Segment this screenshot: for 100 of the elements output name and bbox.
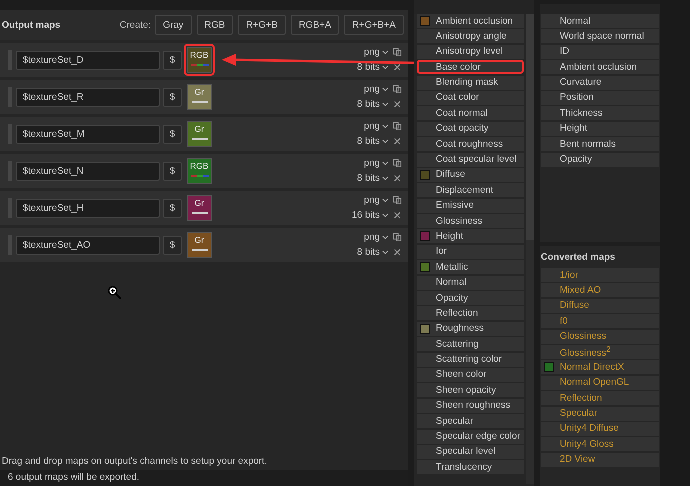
map-item[interactable]: Opacity bbox=[417, 291, 524, 306]
map-item[interactable]: Coat specular level bbox=[417, 152, 524, 167]
map-item[interactable]: Sheen roughness bbox=[417, 398, 524, 413]
map-item[interactable]: 2D View bbox=[541, 452, 659, 467]
channel-swatch[interactable]: RGB bbox=[187, 47, 212, 73]
close-icon[interactable] bbox=[393, 100, 402, 109]
variable-button[interactable]: $ bbox=[163, 198, 182, 218]
create-button[interactable]: Gray bbox=[155, 15, 192, 35]
map-item[interactable]: Normal bbox=[541, 14, 659, 28]
map-item[interactable]: Translucency bbox=[417, 460, 524, 474]
map-item[interactable]: Sheen color bbox=[417, 368, 524, 382]
name-field[interactable]: $textureSet_D bbox=[16, 50, 160, 70]
map-item[interactable]: f0 bbox=[541, 314, 659, 328]
scrollbar-thumb[interactable] bbox=[526, 14, 534, 240]
map-item[interactable]: Base color bbox=[417, 60, 524, 74]
copy-icon[interactable] bbox=[393, 159, 402, 168]
map-item[interactable]: Normal bbox=[417, 276, 524, 290]
create-button[interactable]: R+G+B bbox=[238, 15, 286, 35]
map-item[interactable]: Opacity bbox=[541, 152, 659, 167]
map-item[interactable]: Normal DirectX bbox=[541, 360, 659, 374]
name-field[interactable]: $textureSet_H bbox=[16, 198, 160, 218]
variable-button[interactable]: $ bbox=[163, 236, 182, 254]
map-item[interactable]: World space normal bbox=[541, 29, 659, 44]
map-item[interactable]: Coat color bbox=[417, 90, 524, 105]
map-item[interactable]: Ambient occlusion bbox=[417, 14, 524, 28]
close-icon[interactable] bbox=[393, 137, 402, 146]
close-icon[interactable] bbox=[393, 174, 402, 183]
format-dropdown[interactable]: png bbox=[364, 84, 389, 95]
variable-button[interactable]: $ bbox=[163, 88, 182, 106]
channel-swatch[interactable]: Gr bbox=[187, 195, 212, 221]
map-item[interactable]: Glossiness bbox=[541, 330, 659, 344]
map-item[interactable]: Scattering color bbox=[417, 352, 524, 367]
map-item[interactable]: Coat opacity bbox=[417, 122, 524, 136]
map-item[interactable]: Diffuse bbox=[541, 298, 659, 313]
map-item[interactable]: ID bbox=[541, 44, 659, 59]
create-button[interactable]: R+G+B+A bbox=[344, 15, 404, 35]
map-item[interactable]: Scattering bbox=[417, 337, 524, 352]
map-item[interactable]: Coat normal bbox=[417, 106, 524, 120]
name-field[interactable]: $textureSet_R bbox=[16, 88, 160, 106]
format-dropdown[interactable]: png bbox=[364, 195, 389, 206]
close-icon[interactable] bbox=[393, 248, 402, 257]
map-item[interactable]: Reflection bbox=[417, 306, 524, 320]
name-field[interactable]: $textureSet_M bbox=[16, 124, 160, 144]
map-item[interactable]: Normal OpenGL bbox=[541, 376, 659, 390]
map-item[interactable]: Specular bbox=[417, 414, 524, 428]
bit-depth-dropdown[interactable]: 16 bits bbox=[352, 210, 389, 221]
map-item[interactable]: Displacement bbox=[417, 183, 524, 198]
close-icon[interactable] bbox=[393, 63, 402, 72]
map-item[interactable]: Specular edge color bbox=[417, 430, 524, 444]
map-item[interactable]: Anisotropy angle bbox=[417, 29, 524, 44]
map-item[interactable]: Diffuse bbox=[417, 168, 524, 182]
bit-depth-dropdown[interactable]: 8 bits bbox=[357, 62, 389, 73]
map-item[interactable]: Specular bbox=[541, 406, 659, 421]
map-item[interactable]: Sheen opacity bbox=[417, 383, 524, 398]
copy-icon[interactable] bbox=[393, 233, 402, 242]
copy-icon[interactable] bbox=[393, 48, 402, 57]
name-field[interactable]: $textureSet_AO bbox=[16, 236, 160, 254]
map-item[interactable]: Glossiness bbox=[417, 214, 524, 228]
name-field[interactable]: $textureSet_N bbox=[16, 162, 160, 180]
channel-swatch[interactable]: Gr bbox=[187, 84, 212, 110]
map-item[interactable]: Bent normals bbox=[541, 137, 659, 152]
close-icon[interactable] bbox=[393, 211, 402, 220]
map-item[interactable]: 1/ior bbox=[541, 268, 659, 282]
map-item[interactable]: Height bbox=[541, 122, 659, 136]
map-item[interactable]: Unity4 Gloss bbox=[541, 437, 659, 452]
map-item[interactable]: Blending mask bbox=[417, 76, 524, 90]
bit-depth-dropdown[interactable]: 8 bits bbox=[357, 173, 389, 184]
copy-icon[interactable] bbox=[393, 85, 402, 94]
map-item[interactable]: Glossiness$^{2}$ bbox=[541, 344, 659, 359]
map-item[interactable]: Ambient occlusion bbox=[541, 60, 659, 74]
map-item[interactable]: Ior bbox=[417, 244, 524, 259]
bit-depth-dropdown[interactable]: 8 bits bbox=[357, 247, 389, 258]
format-dropdown[interactable]: png bbox=[364, 232, 389, 243]
map-item[interactable]: Specular level bbox=[417, 444, 524, 459]
create-button[interactable]: RGB bbox=[196, 15, 234, 35]
channel-swatch[interactable]: Gr bbox=[187, 232, 212, 258]
format-dropdown[interactable]: png bbox=[364, 47, 389, 58]
map-item[interactable]: Reflection bbox=[541, 391, 659, 406]
map-item[interactable]: Emissive bbox=[417, 198, 524, 213]
create-button[interactable]: RGB+A bbox=[290, 15, 340, 35]
variable-button[interactable]: $ bbox=[163, 162, 182, 180]
map-item[interactable]: Mixed AO bbox=[541, 283, 659, 298]
channel-swatch[interactable]: RGB bbox=[187, 158, 212, 184]
format-dropdown[interactable]: png bbox=[364, 121, 389, 132]
copy-icon[interactable] bbox=[393, 122, 402, 131]
map-item[interactable]: Thickness bbox=[541, 106, 659, 120]
copy-icon[interactable] bbox=[393, 196, 402, 205]
map-item[interactable]: Coat roughness bbox=[417, 137, 524, 152]
map-item[interactable]: Height bbox=[417, 229, 524, 244]
variable-button[interactable]: $ bbox=[163, 50, 182, 70]
bit-depth-dropdown[interactable]: 8 bits bbox=[357, 99, 389, 110]
map-item[interactable]: Anisotropy level bbox=[417, 44, 524, 59]
map-item[interactable]: Unity4 Diffuse bbox=[541, 422, 659, 436]
variable-button[interactable]: $ bbox=[163, 124, 182, 144]
map-item[interactable]: Curvature bbox=[541, 76, 659, 90]
bit-depth-dropdown[interactable]: 8 bits bbox=[357, 136, 389, 147]
format-dropdown[interactable]: png bbox=[364, 158, 389, 169]
map-item[interactable]: Roughness bbox=[417, 322, 524, 336]
map-item[interactable]: Position bbox=[541, 90, 659, 105]
map-item[interactable]: Metallic bbox=[417, 260, 524, 274]
